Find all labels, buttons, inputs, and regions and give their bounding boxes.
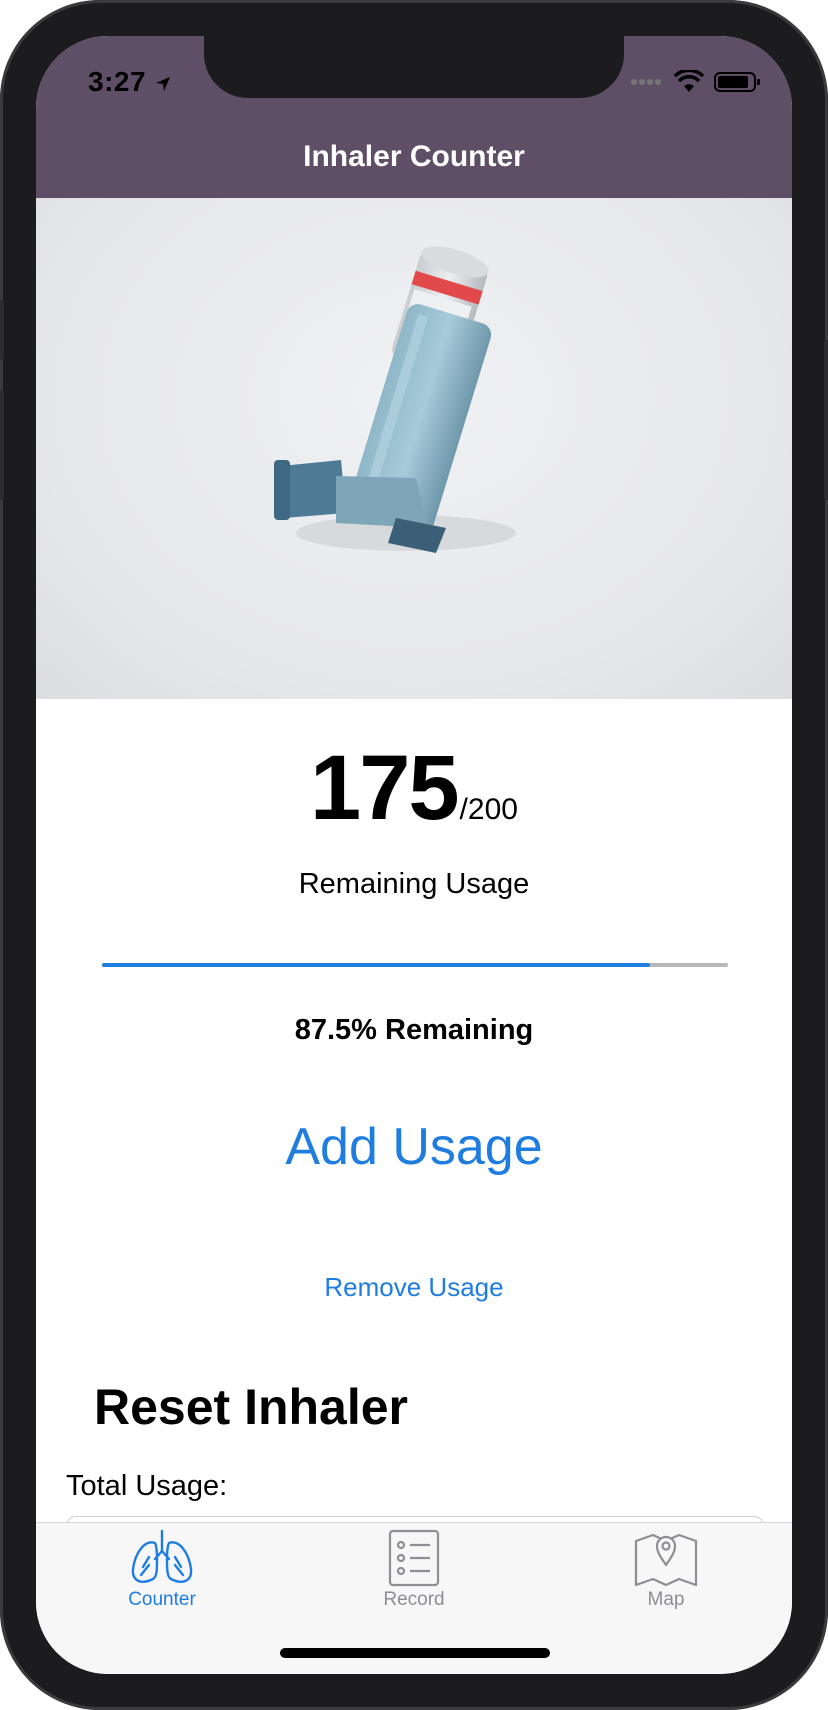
location-arrow-icon xyxy=(156,76,171,91)
reset-inhaler-heading: Reset Inhaler xyxy=(94,1379,409,1435)
cell-signal-icon xyxy=(631,79,661,85)
status-time: 3:27 xyxy=(88,66,172,98)
volume-down-button xyxy=(0,390,4,500)
add-usage-button[interactable]: Add Usage xyxy=(36,1116,792,1178)
inhaler-photo xyxy=(36,198,792,699)
remaining-count: 175 xyxy=(310,737,459,839)
usage-progress-fill xyxy=(102,963,650,967)
notch xyxy=(204,36,624,98)
inhaler-illustration xyxy=(274,246,516,553)
tab-counter-label: Counter xyxy=(128,1589,196,1610)
remove-usage-button[interactable]: Remove Usage xyxy=(36,1271,792,1304)
status-time-text: 3:27 xyxy=(88,66,147,97)
tab-map-label: Map xyxy=(647,1589,685,1610)
lungs-icon xyxy=(131,1529,193,1583)
total-count: /200 xyxy=(459,793,518,826)
usage-progress-bar xyxy=(102,963,728,967)
tab-record-label: Record xyxy=(383,1589,445,1610)
tab-counter[interactable]: Counter xyxy=(36,1523,288,1623)
total-usage-label: Total Usage: xyxy=(66,1470,228,1502)
remaining-usage-label: Remaining Usage xyxy=(298,868,530,900)
wifi-icon xyxy=(674,70,704,92)
clipboard-list-icon xyxy=(388,1529,440,1587)
app-screen: 3:27 Inhaler Counter 175/200 Remaining U… xyxy=(36,36,792,1674)
volume-up-button xyxy=(0,300,4,360)
device-frame: 3:27 Inhaler Counter 175/200 Remaining U… xyxy=(0,0,828,1710)
power-button xyxy=(824,340,828,500)
page-title: Inhaler Counter xyxy=(303,140,525,173)
tab-record[interactable]: Record xyxy=(288,1523,540,1623)
battery-icon xyxy=(714,72,760,92)
status-indicators xyxy=(630,70,762,94)
usage-counter: 175/200 xyxy=(36,736,792,841)
tab-map[interactable]: Map xyxy=(540,1523,792,1623)
percent-remaining-label: 87.5% Remaining xyxy=(294,1014,534,1046)
home-indicator[interactable] xyxy=(280,1648,550,1658)
map-pin-icon xyxy=(634,1533,698,1587)
